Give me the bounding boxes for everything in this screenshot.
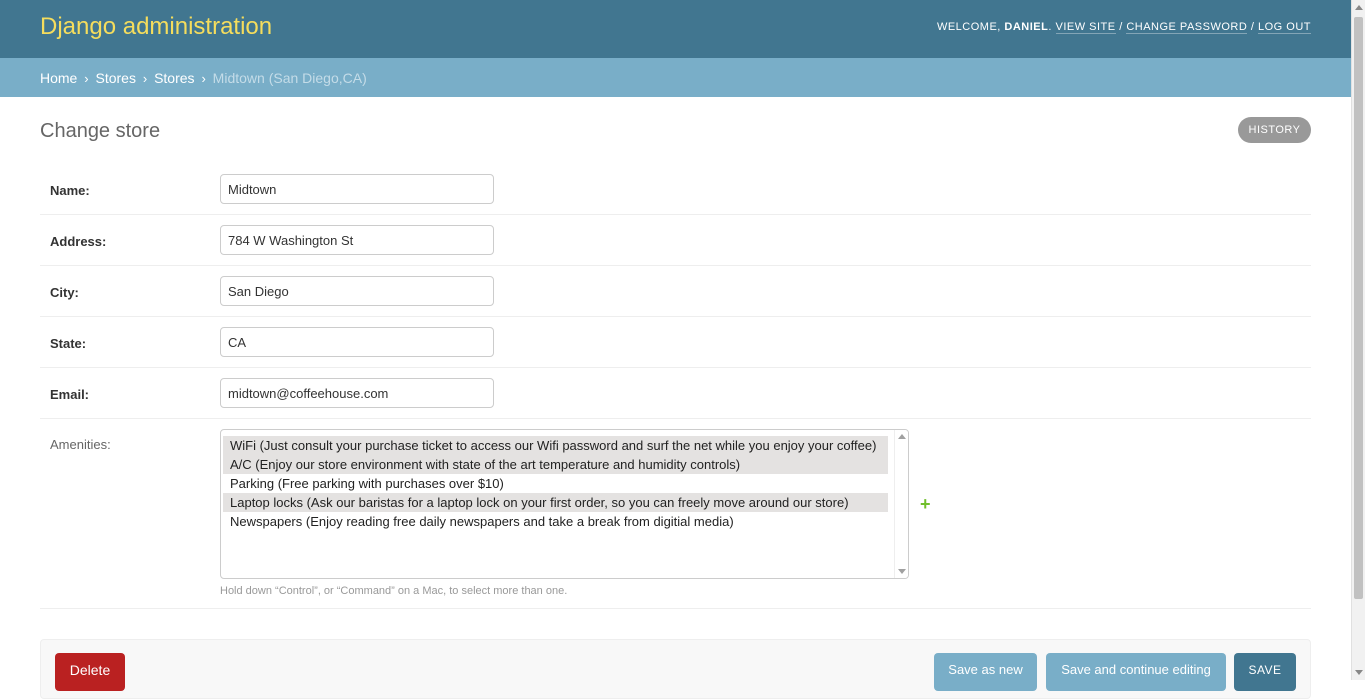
log-out-link[interactable]: Log out bbox=[1257, 21, 1311, 34]
page-scroll-down-icon[interactable] bbox=[1355, 670, 1363, 675]
form-row-name: Name: bbox=[40, 164, 1311, 215]
welcome-text: Welcome, bbox=[936, 21, 1001, 33]
form-row-email: Email: bbox=[40, 368, 1311, 419]
breadcrumb-stores-model[interactable]: Stores bbox=[154, 70, 194, 86]
scroll-up-arrow-icon[interactable] bbox=[898, 434, 906, 439]
form-row-state: State: bbox=[40, 317, 1311, 368]
page-scroll-up-icon[interactable] bbox=[1355, 5, 1363, 10]
user-tools: Welcome, Daniel. View site / Change pass… bbox=[936, 21, 1311, 34]
amenities-label: Amenities: bbox=[50, 437, 111, 452]
change-password-link[interactable]: Change password bbox=[1126, 21, 1248, 34]
name-input[interactable] bbox=[220, 174, 494, 204]
address-label: Address: bbox=[50, 234, 107, 249]
separator: / bbox=[1250, 21, 1255, 33]
separator: / bbox=[1119, 21, 1123, 33]
amenity-option-wifi[interactable]: WiFi (Just consult your purchase ticket … bbox=[223, 436, 888, 455]
save-and-continue-button[interactable]: Save and continue editing bbox=[1046, 653, 1226, 691]
delete-button[interactable]: Delete bbox=[55, 653, 125, 691]
amenity-option-ac[interactable]: A/C (Enjoy our store environment with st… bbox=[223, 455, 888, 474]
save-button[interactable]: SAVE bbox=[1234, 653, 1296, 691]
breadcrumb-stores-app[interactable]: Stores bbox=[95, 70, 135, 86]
breadcrumb-arrow: › bbox=[84, 71, 89, 86]
breadcrumb-current: Midtown (San Diego,CA) bbox=[212, 70, 367, 86]
city-input[interactable] bbox=[220, 276, 494, 306]
state-input[interactable] bbox=[220, 327, 494, 357]
page-scrollbar[interactable] bbox=[1351, 0, 1365, 680]
add-amenity-icon[interactable]: + bbox=[920, 495, 931, 513]
breadcrumb: Home › Stores › Stores › Midtown (San Di… bbox=[0, 58, 1351, 97]
amenity-option-parking[interactable]: Parking (Free parking with purchases ove… bbox=[223, 474, 888, 493]
amenities-help-text: Hold down “Control”, or “Command” on a M… bbox=[220, 585, 568, 597]
amenities-multiselect[interactable]: WiFi (Just consult your purchase ticket … bbox=[220, 429, 909, 579]
form-row-address: Address: bbox=[40, 215, 1311, 266]
site-branding[interactable]: Django administration bbox=[40, 13, 272, 41]
history-button[interactable]: HISTORY bbox=[1238, 117, 1311, 143]
view-site-link[interactable]: View site bbox=[1055, 21, 1116, 34]
email-input[interactable] bbox=[220, 378, 494, 408]
address-input[interactable] bbox=[220, 225, 494, 255]
username: Daniel bbox=[1004, 21, 1049, 33]
form-row-city: City: bbox=[40, 266, 1311, 317]
save-as-new-button[interactable]: Save as new bbox=[934, 653, 1037, 691]
amenity-option-newspapers[interactable]: Newspapers (Enjoy reading free daily new… bbox=[223, 512, 888, 531]
page-scroll-thumb[interactable] bbox=[1354, 17, 1363, 599]
submit-row: Delete Save as new Save and continue edi… bbox=[40, 639, 1311, 699]
breadcrumb-home[interactable]: Home bbox=[40, 70, 77, 86]
page-title: Change store bbox=[40, 120, 161, 142]
form-row-amenities: Amenities: WiFi (Just consult your purch… bbox=[40, 419, 1311, 609]
scroll-down-arrow-icon[interactable] bbox=[898, 569, 906, 574]
breadcrumb-arrow: › bbox=[142, 71, 148, 86]
amenity-option-laptop-locks[interactable]: Laptop locks (Ask our baristas for a lap… bbox=[223, 493, 888, 512]
name-label: Name: bbox=[50, 183, 90, 198]
header: Django administration Welcome, Daniel. V… bbox=[0, 0, 1351, 58]
email-label: Email: bbox=[50, 387, 90, 402]
city-label: City: bbox=[50, 285, 79, 300]
state-label: State: bbox=[50, 336, 87, 351]
select-scrollbar[interactable] bbox=[894, 430, 908, 578]
breadcrumb-arrow: › bbox=[201, 71, 206, 86]
